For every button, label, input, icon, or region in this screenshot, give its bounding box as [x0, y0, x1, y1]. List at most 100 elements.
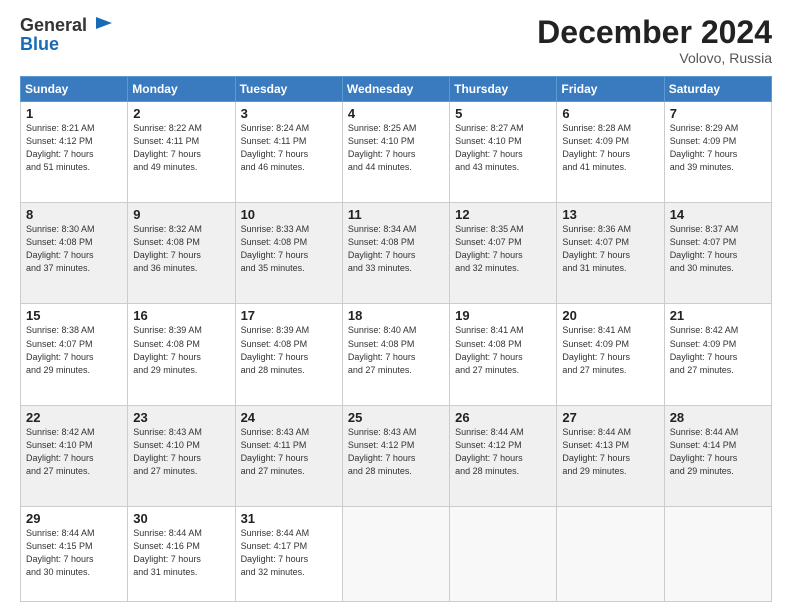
location: Volovo, Russia: [537, 50, 772, 66]
table-row: 20Sunrise: 8:41 AM Sunset: 4:09 PM Dayli…: [557, 304, 664, 405]
table-row: 29Sunrise: 8:44 AM Sunset: 4:15 PM Dayli…: [21, 506, 128, 601]
table-row: 30Sunrise: 8:44 AM Sunset: 4:16 PM Dayli…: [128, 506, 235, 601]
day-number: 25: [348, 410, 444, 425]
table-row: 1Sunrise: 8:21 AM Sunset: 4:12 PM Daylig…: [21, 102, 128, 203]
day-number: 12: [455, 207, 551, 222]
cell-info: Sunrise: 8:24 AM Sunset: 4:11 PM Dayligh…: [241, 122, 337, 174]
table-row: [664, 506, 771, 601]
day-number: 4: [348, 106, 444, 121]
table-row: 4Sunrise: 8:25 AM Sunset: 4:10 PM Daylig…: [342, 102, 449, 203]
cell-info: Sunrise: 8:37 AM Sunset: 4:07 PM Dayligh…: [670, 223, 766, 275]
calendar-week-row: 1Sunrise: 8:21 AM Sunset: 4:12 PM Daylig…: [21, 102, 772, 203]
calendar-week-row: 15Sunrise: 8:38 AM Sunset: 4:07 PM Dayli…: [21, 304, 772, 405]
th-tuesday: Tuesday: [235, 77, 342, 102]
cell-info: Sunrise: 8:44 AM Sunset: 4:14 PM Dayligh…: [670, 426, 766, 478]
cell-info: Sunrise: 8:44 AM Sunset: 4:12 PM Dayligh…: [455, 426, 551, 478]
title-block: December 2024 Volovo, Russia: [537, 15, 772, 66]
day-number: 8: [26, 207, 122, 222]
table-row: 18Sunrise: 8:40 AM Sunset: 4:08 PM Dayli…: [342, 304, 449, 405]
day-number: 1: [26, 106, 122, 121]
cell-info: Sunrise: 8:30 AM Sunset: 4:08 PM Dayligh…: [26, 223, 122, 275]
day-number: 7: [670, 106, 766, 121]
cell-info: Sunrise: 8:34 AM Sunset: 4:08 PM Dayligh…: [348, 223, 444, 275]
day-number: 9: [133, 207, 229, 222]
day-number: 6: [562, 106, 658, 121]
cell-info: Sunrise: 8:33 AM Sunset: 4:08 PM Dayligh…: [241, 223, 337, 275]
cell-info: Sunrise: 8:41 AM Sunset: 4:09 PM Dayligh…: [562, 324, 658, 376]
day-number: 29: [26, 511, 122, 526]
day-number: 30: [133, 511, 229, 526]
day-number: 14: [670, 207, 766, 222]
table-row: 15Sunrise: 8:38 AM Sunset: 4:07 PM Dayli…: [21, 304, 128, 405]
day-number: 20: [562, 308, 658, 323]
day-number: 10: [241, 207, 337, 222]
table-row: 23Sunrise: 8:43 AM Sunset: 4:10 PM Dayli…: [128, 405, 235, 506]
table-row: 31Sunrise: 8:44 AM Sunset: 4:17 PM Dayli…: [235, 506, 342, 601]
table-row: 26Sunrise: 8:44 AM Sunset: 4:12 PM Dayli…: [450, 405, 557, 506]
cell-info: Sunrise: 8:39 AM Sunset: 4:08 PM Dayligh…: [241, 324, 337, 376]
table-row: 6Sunrise: 8:28 AM Sunset: 4:09 PM Daylig…: [557, 102, 664, 203]
table-row: 14Sunrise: 8:37 AM Sunset: 4:07 PM Dayli…: [664, 203, 771, 304]
day-number: 24: [241, 410, 337, 425]
cell-info: Sunrise: 8:40 AM Sunset: 4:08 PM Dayligh…: [348, 324, 444, 376]
cell-info: Sunrise: 8:21 AM Sunset: 4:12 PM Dayligh…: [26, 122, 122, 174]
weekday-header-row: Sunday Monday Tuesday Wednesday Thursday…: [21, 77, 772, 102]
table-row: 2Sunrise: 8:22 AM Sunset: 4:11 PM Daylig…: [128, 102, 235, 203]
day-number: 26: [455, 410, 551, 425]
table-row: 21Sunrise: 8:42 AM Sunset: 4:09 PM Dayli…: [664, 304, 771, 405]
table-row: 3Sunrise: 8:24 AM Sunset: 4:11 PM Daylig…: [235, 102, 342, 203]
th-friday: Friday: [557, 77, 664, 102]
cell-info: Sunrise: 8:44 AM Sunset: 4:16 PM Dayligh…: [133, 527, 229, 579]
cell-info: Sunrise: 8:43 AM Sunset: 4:12 PM Dayligh…: [348, 426, 444, 478]
table-row: 25Sunrise: 8:43 AM Sunset: 4:12 PM Dayli…: [342, 405, 449, 506]
cell-info: Sunrise: 8:28 AM Sunset: 4:09 PM Dayligh…: [562, 122, 658, 174]
month-title: December 2024: [537, 15, 772, 50]
table-row: 13Sunrise: 8:36 AM Sunset: 4:07 PM Dayli…: [557, 203, 664, 304]
table-row: 27Sunrise: 8:44 AM Sunset: 4:13 PM Dayli…: [557, 405, 664, 506]
logo: General Blue: [20, 15, 116, 55]
cell-info: Sunrise: 8:44 AM Sunset: 4:13 PM Dayligh…: [562, 426, 658, 478]
table-row: 17Sunrise: 8:39 AM Sunset: 4:08 PM Dayli…: [235, 304, 342, 405]
logo-blue-text: Blue: [20, 34, 116, 55]
header: General Blue December 2024 Volovo, Russi…: [20, 15, 772, 66]
th-monday: Monday: [128, 77, 235, 102]
table-row: [450, 506, 557, 601]
cell-info: Sunrise: 8:39 AM Sunset: 4:08 PM Dayligh…: [133, 324, 229, 376]
table-row: 5Sunrise: 8:27 AM Sunset: 4:10 PM Daylig…: [450, 102, 557, 203]
cell-info: Sunrise: 8:44 AM Sunset: 4:15 PM Dayligh…: [26, 527, 122, 579]
calendar-week-row: 8Sunrise: 8:30 AM Sunset: 4:08 PM Daylig…: [21, 203, 772, 304]
day-number: 2: [133, 106, 229, 121]
calendar-page: General Blue December 2024 Volovo, Russi…: [0, 0, 792, 612]
day-number: 3: [241, 106, 337, 121]
cell-info: Sunrise: 8:22 AM Sunset: 4:11 PM Dayligh…: [133, 122, 229, 174]
calendar-week-row: 22Sunrise: 8:42 AM Sunset: 4:10 PM Dayli…: [21, 405, 772, 506]
cell-info: Sunrise: 8:27 AM Sunset: 4:10 PM Dayligh…: [455, 122, 551, 174]
table-row: 19Sunrise: 8:41 AM Sunset: 4:08 PM Dayli…: [450, 304, 557, 405]
table-row: 28Sunrise: 8:44 AM Sunset: 4:14 PM Dayli…: [664, 405, 771, 506]
table-row: 9Sunrise: 8:32 AM Sunset: 4:08 PM Daylig…: [128, 203, 235, 304]
cell-info: Sunrise: 8:44 AM Sunset: 4:17 PM Dayligh…: [241, 527, 337, 579]
day-number: 16: [133, 308, 229, 323]
day-number: 17: [241, 308, 337, 323]
day-number: 28: [670, 410, 766, 425]
day-number: 15: [26, 308, 122, 323]
cell-info: Sunrise: 8:36 AM Sunset: 4:07 PM Dayligh…: [562, 223, 658, 275]
th-thursday: Thursday: [450, 77, 557, 102]
day-number: 22: [26, 410, 122, 425]
cell-info: Sunrise: 8:29 AM Sunset: 4:09 PM Dayligh…: [670, 122, 766, 174]
cell-info: Sunrise: 8:41 AM Sunset: 4:08 PM Dayligh…: [455, 324, 551, 376]
table-row: 11Sunrise: 8:34 AM Sunset: 4:08 PM Dayli…: [342, 203, 449, 304]
table-row: 10Sunrise: 8:33 AM Sunset: 4:08 PM Dayli…: [235, 203, 342, 304]
calendar-week-row: 29Sunrise: 8:44 AM Sunset: 4:15 PM Dayli…: [21, 506, 772, 601]
day-number: 19: [455, 308, 551, 323]
calendar-table: Sunday Monday Tuesday Wednesday Thursday…: [20, 76, 772, 602]
logo-flag-icon: [94, 15, 116, 37]
day-number: 27: [562, 410, 658, 425]
cell-info: Sunrise: 8:43 AM Sunset: 4:10 PM Dayligh…: [133, 426, 229, 478]
cell-info: Sunrise: 8:25 AM Sunset: 4:10 PM Dayligh…: [348, 122, 444, 174]
cell-info: Sunrise: 8:43 AM Sunset: 4:11 PM Dayligh…: [241, 426, 337, 478]
day-number: 11: [348, 207, 444, 222]
th-saturday: Saturday: [664, 77, 771, 102]
table-row: [342, 506, 449, 601]
table-row: 22Sunrise: 8:42 AM Sunset: 4:10 PM Dayli…: [21, 405, 128, 506]
